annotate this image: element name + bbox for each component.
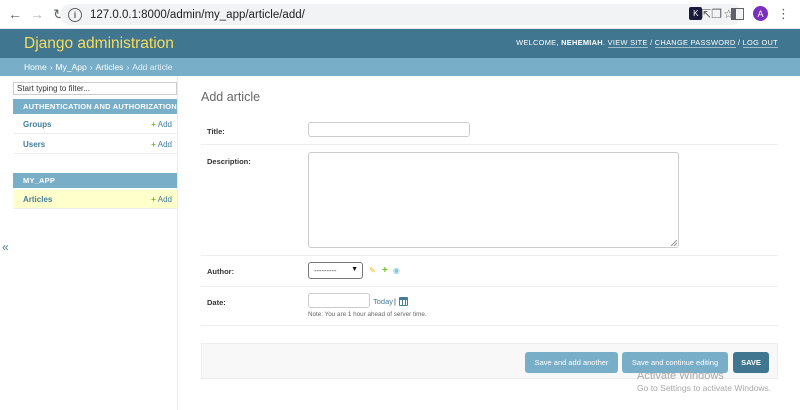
add-label: Add (157, 194, 172, 204)
add-users-link[interactable]: + Add (151, 140, 172, 149)
plus-icon: + (151, 194, 156, 204)
plus-icon: + (151, 119, 156, 129)
form-row-date: Date: Today | Note: You are 1 hour ahead… (201, 287, 778, 326)
profile-avatar[interactable]: A (753, 6, 768, 21)
log-out-link[interactable]: LOG OUT (742, 38, 778, 48)
separator: / (737, 38, 741, 47)
breadcrumb-current: Add article (132, 62, 173, 72)
page-title: Add article (201, 90, 261, 104)
sidebar-item-articles: Articles + Add (13, 190, 177, 209)
breadcrumb-separator: › (126, 62, 130, 72)
add-groups-link[interactable]: + Add (151, 120, 172, 129)
site-info-icon[interactable]: i (68, 7, 82, 22)
view-site-link[interactable]: VIEW SITE (607, 38, 648, 48)
model-link-articles[interactable]: Articles (23, 195, 52, 204)
breadcrumb: Home › My_App › Articles › Add article (0, 58, 800, 76)
author-selected-value: --------- (314, 266, 337, 275)
forward-arrow-icon[interactable]: → (28, 5, 46, 23)
breadcrumb-articles[interactable]: Articles (96, 62, 124, 72)
model-link-users[interactable]: Users (23, 140, 45, 149)
watermark-subtitle: Go to Settings to activate Windows. (637, 383, 772, 393)
toggle-nav-sidebar-icon[interactable]: « (2, 240, 9, 254)
watermark-title: Activate Windows (637, 370, 724, 382)
welcome-text: WELCOME, (516, 38, 559, 47)
url-text[interactable]: 127.0.0.1:8000/admin/my_app/article/add/ (90, 9, 305, 21)
separator: / (650, 38, 653, 47)
related-widget-links: ✎ + ◉ (369, 266, 400, 276)
sidebar-item-groups: Groups + Add (13, 115, 177, 134)
save-and-add-another-button[interactable]: Save and add another (525, 352, 618, 373)
app-caption-auth[interactable]: AUTHENTICATION AND AUTHORIZATION (13, 99, 177, 114)
model-link-groups[interactable]: Groups (23, 120, 51, 129)
extension-k-icon[interactable]: K (689, 7, 703, 20)
date-field[interactable] (308, 293, 370, 308)
pencil-edit-icon[interactable]: ✎ (369, 267, 377, 275)
title-field[interactable] (308, 122, 470, 137)
side-panel-icon[interactable] (731, 7, 744, 20)
add-label: Add (157, 139, 172, 149)
resize-handle[interactable] (671, 240, 677, 246)
description-textarea[interactable] (308, 152, 679, 248)
sidebar-item-users: Users + Add (13, 135, 177, 154)
date-label: Date: (207, 298, 226, 307)
extensions-puzzle-icon[interactable]: ❐ (711, 7, 722, 21)
today-link[interactable]: Today (373, 297, 393, 306)
username: NEHEMIAH (561, 38, 603, 47)
browser-menu-icon[interactable]: ⋮ (777, 7, 790, 20)
activate-windows-watermark: Activate Windows Go to Settings to activ… (637, 370, 771, 393)
view-eye-icon[interactable]: ◉ (393, 267, 400, 275)
site-header: Django administration WELCOME, NEHEMIAH.… (0, 29, 800, 58)
calendar-icon[interactable] (399, 297, 408, 306)
add-author-plus-icon[interactable]: + (382, 266, 388, 276)
separator: | (394, 297, 396, 306)
plus-icon: + (151, 139, 156, 149)
address-bar[interactable]: i 127.0.0.1:8000/admin/my_app/article/ad… (60, 4, 742, 25)
form-row-author: Author: --------- ▼ ✎ + ◉ (201, 256, 778, 287)
nav-sidebar: Start typing to filter... AUTHENTICATION… (13, 76, 178, 410)
breadcrumb-separator: › (49, 62, 53, 72)
description-label: Description: (207, 157, 251, 166)
back-arrow-icon[interactable]: ← (6, 5, 24, 23)
breadcrumb-separator: › (89, 62, 93, 72)
breadcrumb-home[interactable]: Home (24, 62, 47, 72)
form-row-title: Title: (201, 117, 778, 145)
timezone-warning: Note: You are 1 hour ahead of server tim… (308, 311, 427, 318)
sidebar-filter-input[interactable]: Start typing to filter... (13, 82, 177, 95)
form-row-description: Description: (201, 145, 778, 256)
site-brand[interactable]: Django administration (24, 35, 174, 53)
change-password-link[interactable]: CHANGE PASSWORD (654, 38, 736, 48)
add-label: Add (157, 119, 172, 129)
title-label: Title: (207, 127, 225, 136)
user-tools: WELCOME, NEHEMIAH. VIEW SITE / CHANGE PA… (516, 38, 778, 48)
author-label: Author: (207, 267, 235, 276)
browser-toolbar: ← → ↻ i 127.0.0.1:8000/admin/my_app/arti… (0, 0, 800, 29)
author-select[interactable]: --------- ▼ (308, 262, 363, 279)
chevron-down-icon: ▼ (351, 266, 358, 273)
add-articles-link[interactable]: + Add (151, 195, 172, 204)
app-caption-my-app[interactable]: MY_APP (13, 173, 177, 188)
breadcrumb-my-app[interactable]: My_App (56, 62, 87, 72)
